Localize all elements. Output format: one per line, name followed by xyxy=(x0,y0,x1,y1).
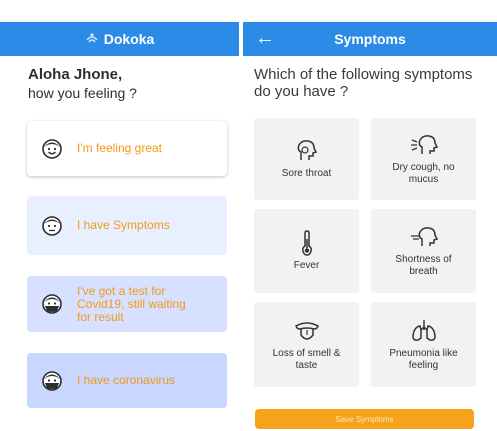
home-screen: Dokoka Aloha Jhone, how you feeling ? I'… xyxy=(0,0,239,431)
masked-face-icon xyxy=(41,370,63,392)
happy-face-icon xyxy=(41,138,63,160)
screen-title: Symptoms xyxy=(334,31,406,47)
option-waiting-test-result[interactable]: I've got a test for Covid19, still waiti… xyxy=(27,276,227,332)
symptoms-question: Which of the following symptoms do you h… xyxy=(254,66,473,100)
home-app-bar: Dokoka xyxy=(0,22,239,56)
thermometer-icon xyxy=(301,230,312,256)
symptom-label: Dry cough, no mucus xyxy=(392,162,455,185)
masked-face-icon xyxy=(41,293,63,315)
greeting-name: Aloha Jhone, xyxy=(28,66,123,83)
symptom-label: Pneumonia like feeling xyxy=(389,347,458,371)
option-label: I'm feeling great xyxy=(77,141,163,155)
back-arrow-icon[interactable]: ← xyxy=(255,26,275,50)
symptom-tile-loss-of-smell-taste[interactable]: Loss of smell & taste xyxy=(254,302,359,387)
greeting: Aloha Jhone, how you feeling ? xyxy=(28,66,137,102)
symptom-tile-fever[interactable]: Fever xyxy=(254,209,359,293)
symptom-tile-sore-throat[interactable]: Sore throat xyxy=(254,118,359,200)
symptom-tile-pneumonia[interactable]: Pneumonia like feeling xyxy=(371,302,476,387)
lungs-icon xyxy=(411,319,436,341)
option-label: I have Symptoms xyxy=(77,218,170,232)
dokoka-logo-icon xyxy=(85,31,99,48)
tongue-icon xyxy=(294,321,319,340)
option-have-symptoms[interactable]: I have Symptoms xyxy=(27,196,227,255)
save-symptoms-button[interactable]: Save Symptoms xyxy=(255,409,474,429)
breath-icon xyxy=(410,227,438,246)
symptom-label: Fever xyxy=(293,260,320,271)
symptoms-app-bar: ← Symptoms xyxy=(243,22,497,56)
option-label: I've got a test for Covid19, still waiti… xyxy=(77,283,186,324)
symptom-tile-dry-cough[interactable]: Dry cough, no mucus xyxy=(371,118,476,200)
symptom-tile-shortness-of-breath[interactable]: Shortness of breath xyxy=(371,209,476,293)
symptom-label: Sore throat xyxy=(281,168,332,179)
option-label: I have coronavirus xyxy=(77,373,176,387)
option-feeling-great[interactable]: I'm feeling great xyxy=(27,121,227,176)
symptom-label: Shortness of breath xyxy=(395,254,452,277)
option-have-coronavirus[interactable]: I have coronavirus xyxy=(27,353,227,408)
dry-cough-icon xyxy=(410,135,438,154)
greeting-question: how you feeling ? xyxy=(28,85,137,101)
neutral-face-icon xyxy=(41,215,63,237)
app-title: Dokoka xyxy=(103,31,155,47)
symptom-label: Loss of smell & taste xyxy=(272,347,341,371)
sore-throat-icon xyxy=(297,140,317,160)
